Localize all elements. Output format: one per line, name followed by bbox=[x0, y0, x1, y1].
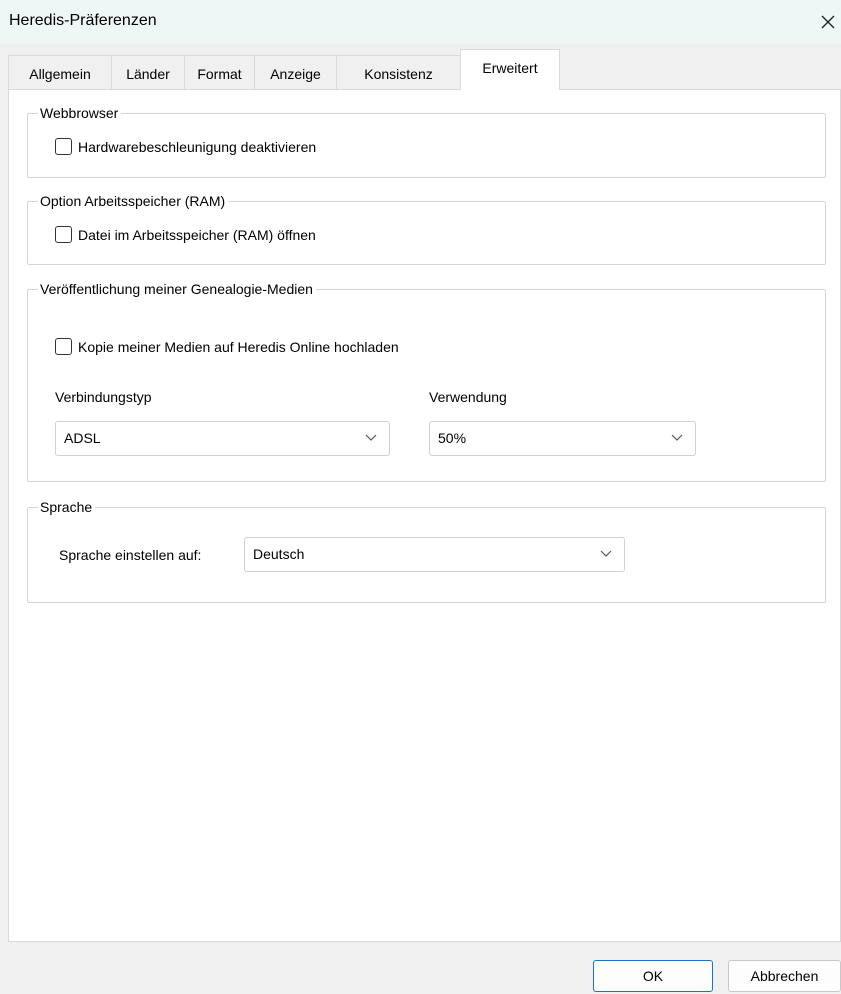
language-dropdown[interactable]: Deutsch bbox=[244, 537, 625, 572]
cancel-button[interactable]: Abbrechen bbox=[728, 960, 841, 992]
title-bar: Heredis-Präferenzen bbox=[0, 0, 841, 44]
chevron-down-icon bbox=[600, 550, 612, 557]
group-media: Veröffentlichung meiner Genealogie-Medie… bbox=[27, 280, 826, 482]
group-ram-legend: Option Arbeitsspeicher (RAM) bbox=[38, 192, 229, 210]
group-ram: Option Arbeitsspeicher (RAM) Datei im Ar… bbox=[27, 192, 826, 265]
group-language-legend: Sprache bbox=[38, 498, 96, 516]
chevron-down-icon bbox=[365, 434, 377, 441]
tab-konsistenz[interactable]: Konsistenz bbox=[336, 55, 461, 89]
tab-laender[interactable]: Länder bbox=[111, 55, 185, 89]
usage-value: 50% bbox=[438, 430, 467, 446]
hardware-accel-label: Hardwarebeschleunigung deaktivieren bbox=[78, 138, 317, 155]
close-button[interactable] bbox=[814, 8, 841, 36]
connection-type-dropdown[interactable]: ADSL bbox=[55, 421, 390, 456]
tab-anzeige[interactable]: Anzeige bbox=[254, 55, 337, 89]
group-media-legend: Veröffentlichung meiner Genealogie-Medie… bbox=[38, 280, 316, 298]
usage-label: Verwendung bbox=[429, 389, 507, 405]
tab-allgemein[interactable]: Allgemein bbox=[8, 55, 112, 89]
hardware-accel-checkbox[interactable]: Hardwarebeschleunigung deaktivieren bbox=[55, 138, 316, 155]
checkbox-box[interactable] bbox=[55, 226, 72, 243]
ok-button[interactable]: OK bbox=[593, 960, 713, 992]
connection-type-value: ADSL bbox=[64, 430, 101, 446]
close-icon bbox=[821, 15, 834, 29]
group-webbrowser: Webbrowser Hardwarebeschleunigung deakti… bbox=[27, 104, 826, 178]
window-title: Heredis-Präferenzen bbox=[9, 12, 157, 29]
checkbox-box[interactable] bbox=[55, 338, 72, 355]
group-webbrowser-legend: Webbrowser bbox=[38, 104, 122, 122]
open-in-ram-label: Datei im Arbeitsspeicher (RAM) öffnen bbox=[78, 226, 316, 243]
upload-media-checkbox[interactable]: Kopie meiner Medien auf Heredis Online h… bbox=[55, 338, 399, 355]
tab-panel-erweitert: Webbrowser Hardwarebeschleunigung deakti… bbox=[8, 89, 841, 942]
open-in-ram-checkbox[interactable]: Datei im Arbeitsspeicher (RAM) öffnen bbox=[55, 226, 316, 243]
connection-type-label: Verbindungstyp bbox=[55, 389, 152, 405]
language-value: Deutsch bbox=[253, 546, 305, 562]
language-label: Sprache einstellen auf: bbox=[59, 547, 202, 563]
chevron-down-icon bbox=[671, 434, 683, 441]
upload-media-label: Kopie meiner Medien auf Heredis Online h… bbox=[78, 338, 399, 355]
tab-format[interactable]: Format bbox=[184, 55, 255, 89]
group-language: Sprache Sprache einstellen auf: Deutsch bbox=[27, 498, 826, 603]
tab-erweitert[interactable]: Erweitert bbox=[460, 49, 560, 90]
checkbox-box[interactable] bbox=[55, 138, 72, 155]
usage-dropdown[interactable]: 50% bbox=[429, 421, 696, 456]
